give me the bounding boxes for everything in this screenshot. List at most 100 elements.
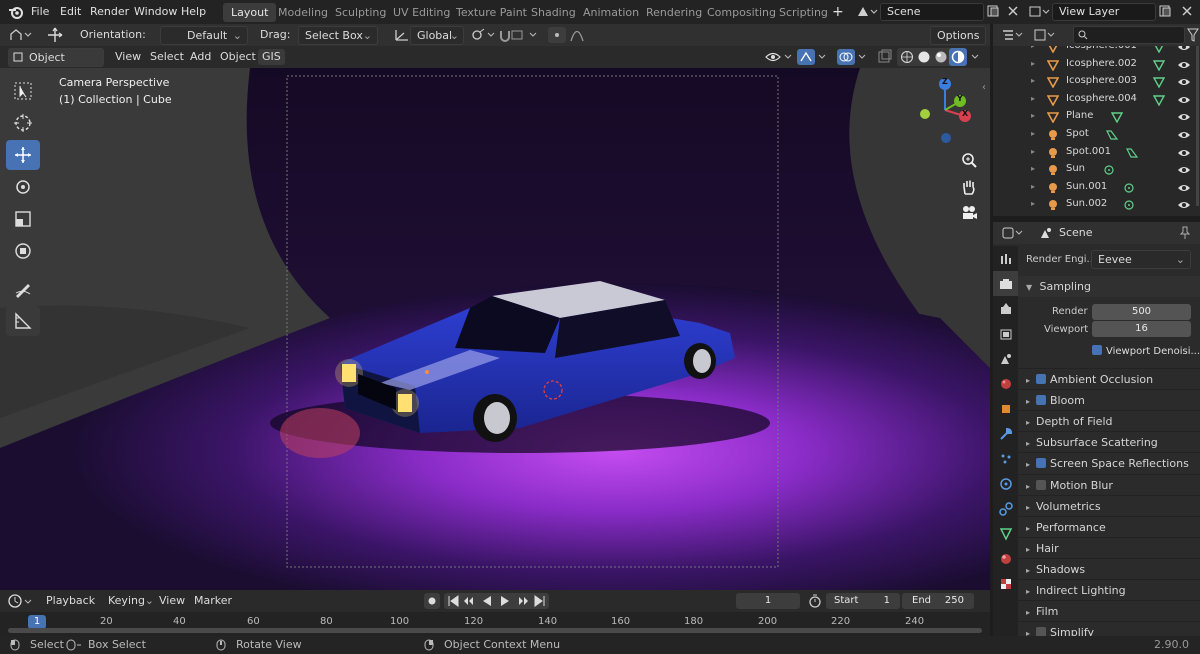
expand-arrow-icon[interactable]: ▸: [1031, 147, 1035, 156]
outliner-item-name[interactable]: Icosphere.003: [1066, 75, 1137, 86]
start-frame-field[interactable]: Start 1: [826, 593, 900, 609]
outliner-row[interactable]: ▸ Icosphere.003: [993, 73, 1200, 91]
menu-render[interactable]: Render: [90, 0, 129, 24]
outliner-row[interactable]: ▸ Sun.002: [993, 196, 1200, 214]
checkbox-checked-icon[interactable]: [1036, 374, 1046, 384]
outliner-item-name[interactable]: Icosphere.001: [1066, 46, 1137, 51]
output-tab-icon[interactable]: [993, 296, 1018, 321]
solid-shading-icon[interactable]: [917, 50, 931, 64]
snap-icon[interactable]: [498, 28, 544, 42]
move-tool[interactable]: [6, 140, 40, 170]
add-workspace-button[interactable]: +: [832, 0, 844, 24]
pan-hand-icon[interactable]: [960, 178, 978, 196]
properties-panel-header[interactable]: ▸ Performance: [1018, 515, 1200, 537]
pivot-point-icon[interactable]: [470, 28, 496, 42]
menu-window[interactable]: Window: [134, 0, 177, 24]
outliner-editor-icon[interactable]: [1001, 28, 1025, 42]
expand-arrow-icon[interactable]: ▸: [1031, 164, 1035, 173]
visibility-eye-icon[interactable]: [1177, 111, 1191, 123]
zoom-icon[interactable]: [960, 152, 978, 170]
menu-object[interactable]: Object: [220, 46, 256, 68]
next-keyframe-icon[interactable]: [517, 595, 529, 607]
visibility-eye-icon[interactable]: [1177, 199, 1191, 211]
properties-panel-header[interactable]: ▸ Screen Space Reflections: [1018, 452, 1200, 474]
options-dropdown[interactable]: Options ⌄: [930, 26, 986, 59]
transform-tool-icon[interactable]: [44, 27, 66, 43]
visibility-eye-icon[interactable]: [1177, 76, 1191, 88]
new-scene-icon[interactable]: [986, 4, 1000, 18]
render-engine-dropdown[interactable]: Eevee ⌄: [1091, 250, 1191, 269]
visibility-eye-icon[interactable]: [1177, 182, 1191, 194]
render-tab-icon[interactable]: [993, 271, 1018, 296]
material-preview-icon[interactable]: [934, 50, 948, 64]
stopwatch-icon[interactable]: [808, 594, 822, 608]
chevron-down-icon[interactable]: [970, 49, 980, 65]
view-layer-icon[interactable]: [1028, 4, 1050, 19]
checkbox-unchecked-icon[interactable]: [1036, 479, 1046, 490]
expand-arrow-icon[interactable]: ▸: [1031, 182, 1035, 191]
outliner-search-input[interactable]: [1073, 26, 1185, 44]
prev-keyframe-icon[interactable]: [463, 595, 475, 607]
timeline-editor-icon[interactable]: [8, 594, 34, 609]
scene-selector[interactable]: Scene: [880, 3, 984, 21]
gizmo-toggle-icon[interactable]: [797, 49, 815, 65]
expand-arrow-icon[interactable]: ▸: [1031, 76, 1035, 85]
viewport-samples-field[interactable]: 16: [1092, 321, 1191, 337]
mesh-data-icon[interactable]: [1111, 111, 1123, 124]
visibility-eye-icon[interactable]: [1177, 129, 1191, 141]
data-tab-icon[interactable]: [993, 521, 1018, 546]
scene-icon[interactable]: [856, 4, 878, 19]
delete-scene-icon[interactable]: [1006, 4, 1020, 18]
outliner-item-name[interactable]: Sun.001: [1066, 181, 1107, 192]
spot-light-data-icon[interactable]: [1105, 129, 1119, 141]
view-layer-tab-icon[interactable]: [993, 321, 1018, 346]
mode-dropdown[interactable]: Object Mode ⌄: [8, 48, 104, 81]
outliner-row[interactable]: ▸ Sun: [993, 161, 1200, 179]
visibility-eye-icon[interactable]: [1177, 59, 1191, 71]
mesh-data-icon[interactable]: [1153, 59, 1165, 71]
expand-arrow-icon[interactable]: ▸: [1031, 199, 1035, 208]
marker-menu[interactable]: Marker: [194, 590, 232, 612]
visibility-eye-icon[interactable]: [1177, 164, 1191, 176]
mesh-data-icon[interactable]: [1153, 94, 1165, 106]
properties-panel-header[interactable]: ▸ Hair: [1018, 536, 1200, 558]
rotate-tool[interactable]: [6, 172, 40, 202]
play-icon[interactable]: [499, 595, 511, 607]
xray-toggle-icon[interactable]: [877, 49, 893, 65]
overlays-toggle-icon[interactable]: [837, 49, 855, 65]
tab-layout[interactable]: Layout: [223, 3, 277, 22]
visibility-eye-icon[interactable]: [1177, 147, 1191, 159]
world-tab-icon[interactable]: [993, 371, 1018, 396]
checkbox-checked-icon[interactable]: [1036, 395, 1046, 406]
object-tab-icon[interactable]: [993, 396, 1018, 421]
transform-tool[interactable]: [6, 236, 40, 266]
spot-light-data-icon[interactable]: [1125, 147, 1139, 159]
outliner-item-name[interactable]: Sun.002: [1066, 198, 1107, 209]
render-samples-field[interactable]: 500: [1092, 304, 1191, 320]
physics-tab-icon[interactable]: [993, 471, 1018, 496]
outliner-row[interactable]: ▸ Sun.001: [993, 179, 1200, 197]
properties-panel-header[interactable]: ▸ Film: [1018, 600, 1200, 622]
expand-arrow-icon[interactable]: ▸: [1031, 59, 1035, 68]
outliner-scrollbar[interactable]: [1196, 46, 1199, 206]
properties-panel-header[interactable]: ▸ Depth of Field: [1018, 410, 1200, 432]
scene-tab-icon[interactable]: [993, 346, 1018, 371]
outliner-row[interactable]: ▸ Icosphere.001: [993, 46, 1200, 56]
properties-panel-header[interactable]: ▸ Bloom: [1018, 389, 1200, 411]
tool-tab-icon[interactable]: [993, 246, 1018, 271]
tab-texture-paint[interactable]: Texture Paint: [448, 3, 535, 22]
end-frame-field[interactable]: End 250: [902, 593, 974, 609]
timeline-view-menu[interactable]: View: [159, 590, 185, 612]
menu-view[interactable]: View: [115, 46, 141, 68]
new-view-layer-icon[interactable]: [1158, 4, 1172, 18]
texture-tab-icon[interactable]: [993, 571, 1018, 596]
expand-arrow-icon[interactable]: ▸: [1031, 94, 1035, 103]
sidebar-toggle-icon[interactable]: ‹: [982, 82, 986, 93]
3d-viewport[interactable]: Camera Perspective (1) Collection | Cube…: [0, 68, 990, 590]
mesh-data-icon[interactable]: [1153, 76, 1165, 89]
selectability-visibility-icon[interactable]: [765, 49, 793, 65]
particles-tab-icon[interactable]: [993, 446, 1018, 471]
menu-add[interactable]: Add: [190, 46, 211, 68]
properties-editor-icon[interactable]: [1001, 226, 1025, 240]
visibility-eye-icon[interactable]: [1177, 46, 1191, 53]
